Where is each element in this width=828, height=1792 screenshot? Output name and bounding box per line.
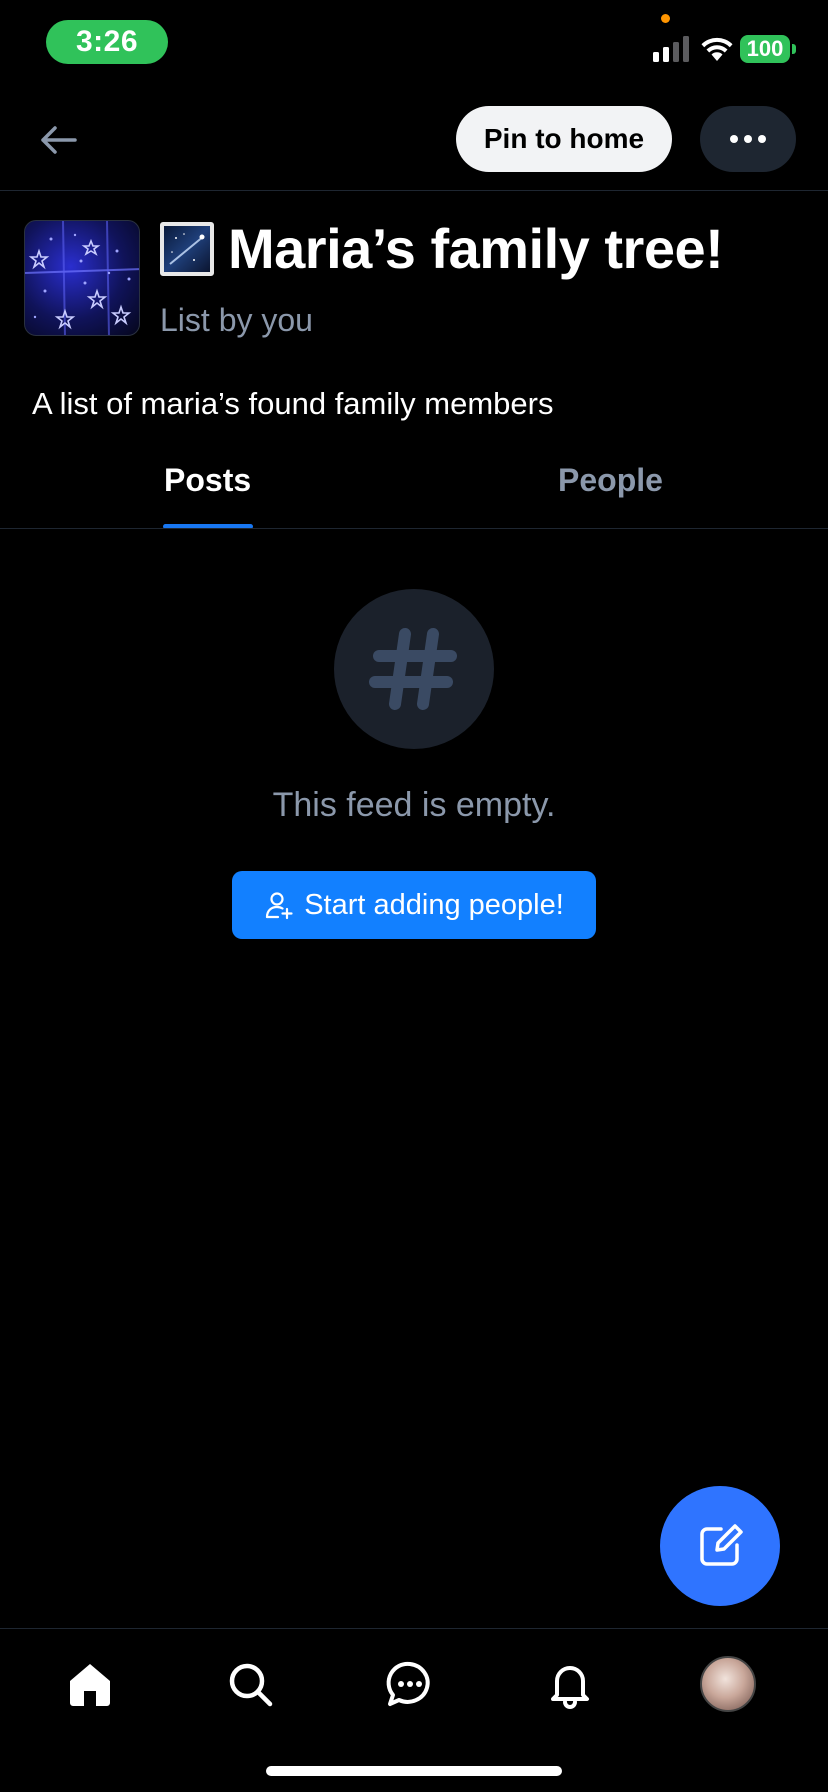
home-indicator: [266, 1766, 562, 1776]
empty-feed-message: This feed is empty.: [272, 786, 556, 824]
list-subtitle: List by you: [160, 302, 313, 338]
list-title-row: Maria’s family tree!: [160, 217, 724, 280]
list-title: Maria’s family tree!: [228, 217, 724, 280]
home-icon: [70, 1664, 110, 1706]
battery-indicator: 100: [740, 35, 790, 63]
arrow-left-icon: [41, 126, 77, 154]
hashtag-icon: [369, 628, 457, 710]
nav-profile[interactable]: [698, 1654, 758, 1714]
chat-icon: [386, 1661, 430, 1706]
profile-avatar: [700, 1656, 756, 1712]
tab-people[interactable]: People: [558, 462, 663, 499]
header-divider: [0, 190, 828, 191]
more-options-button[interactable]: [700, 106, 796, 172]
ellipsis-icon-dot: [744, 135, 752, 143]
bell-icon: [551, 1666, 589, 1709]
compose-post-button[interactable]: [660, 1486, 780, 1606]
nav-home[interactable]: [60, 1654, 120, 1714]
tabs-divider: [0, 528, 828, 529]
list-avatar[interactable]: [24, 220, 140, 336]
pin-to-home-button[interactable]: Pin to home: [456, 106, 672, 172]
start-adding-people-button[interactable]: Start adding people!: [232, 871, 596, 939]
user-add-icon: [266, 892, 293, 920]
nav-chat[interactable]: [380, 1654, 440, 1714]
cellular-signal-icon: [653, 36, 689, 62]
shooting-star-emoji-icon: [160, 222, 214, 277]
nav-notifications[interactable]: [540, 1654, 600, 1714]
status-time: 3:26: [46, 20, 168, 64]
list-description: A list of maria’s found family members: [32, 386, 554, 421]
star-lights-image: [25, 221, 139, 335]
back-button[interactable]: [34, 118, 82, 162]
search-icon: [229, 1663, 273, 1707]
start-adding-people-label: Start adding people!: [304, 888, 564, 921]
wifi-icon: [701, 37, 733, 61]
ellipsis-icon-dot: [758, 135, 766, 143]
tab-posts[interactable]: Posts: [164, 462, 251, 499]
compose-icon: [700, 1524, 743, 1566]
privacy-indicator-dot: [661, 14, 670, 23]
bottom-nav-divider: [0, 1628, 828, 1629]
ellipsis-icon: [730, 135, 738, 143]
nav-search[interactable]: [220, 1654, 280, 1714]
battery-tip: [792, 44, 796, 54]
empty-feed-illustration: [334, 589, 494, 749]
app-screen: 3:26 100 Pin to home Maria’s family tree…: [0, 0, 828, 1792]
